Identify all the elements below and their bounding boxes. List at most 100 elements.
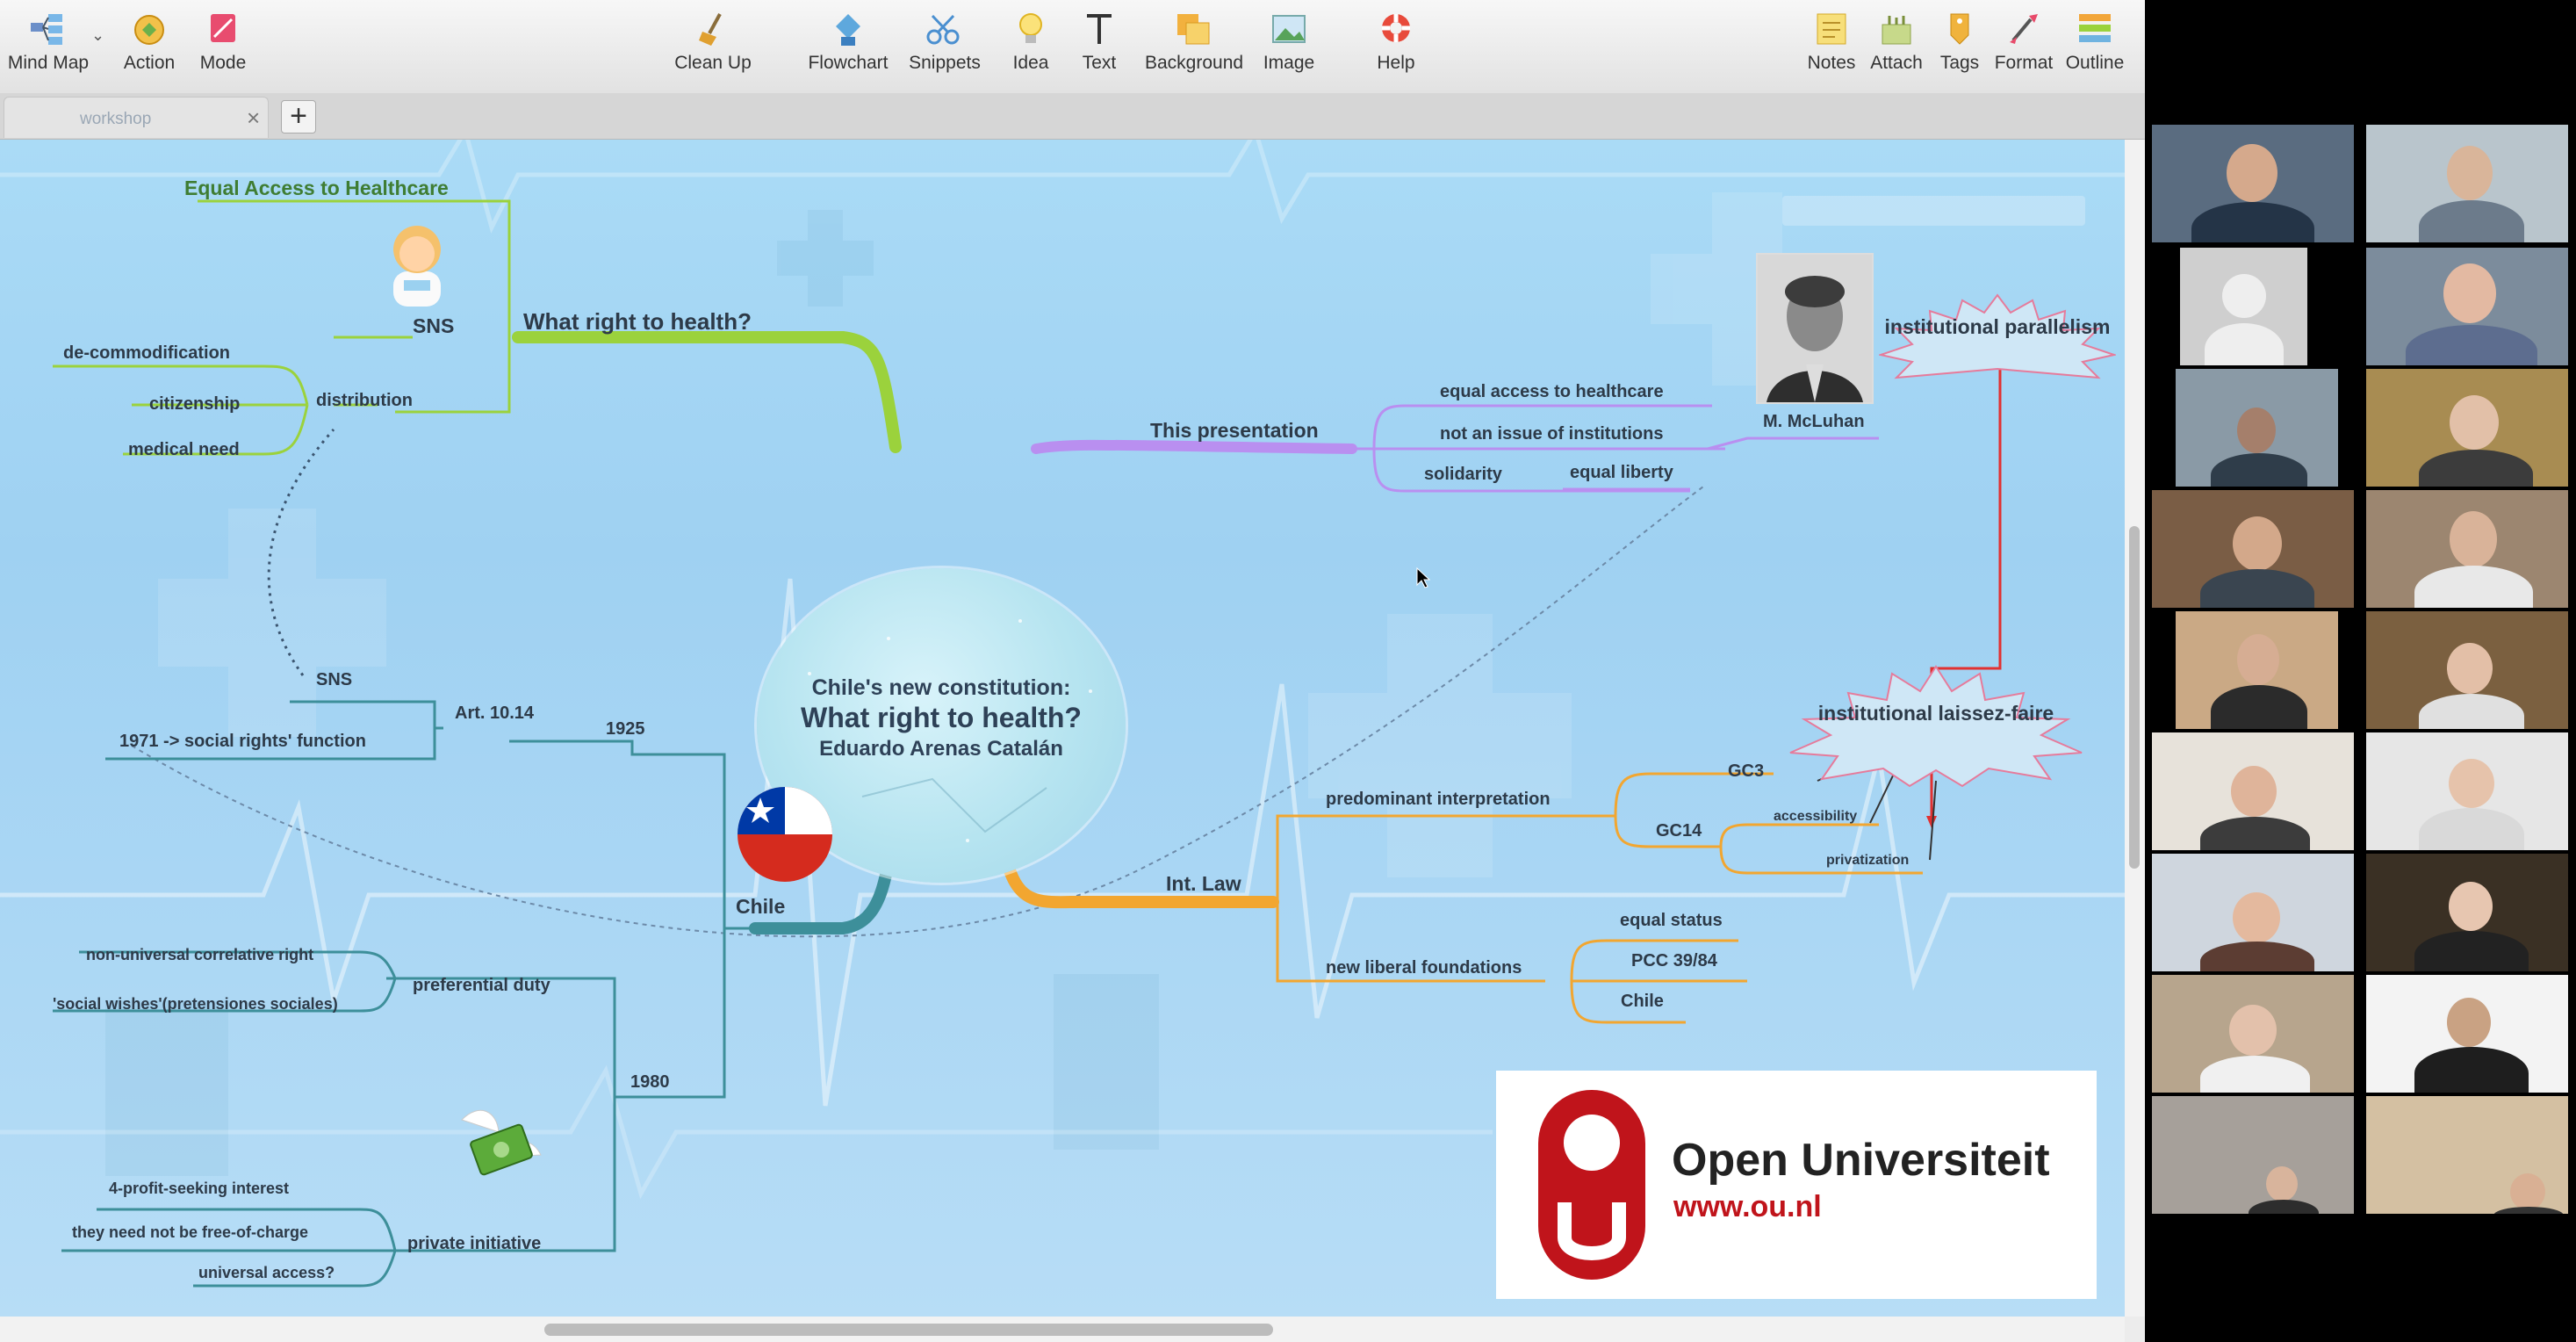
- mouse-cursor-icon: [1416, 566, 1431, 588]
- topic-institutional-parallelism[interactable]: institutional parallelism: [1879, 293, 2116, 381]
- topic-institutional-laissez-faire[interactable]: institutional laissez-faire: [1787, 665, 2085, 788]
- broom-icon: [694, 11, 732, 47]
- topic-equal-status[interactable]: equal status: [1620, 911, 1723, 931]
- topic-social-wishes[interactable]: 'social wishes'(pretensiones sociales): [53, 995, 338, 1014]
- mind-map-button[interactable]: Mind Map: [0, 11, 97, 74]
- topic-new-liberal-foundations[interactable]: new liberal foundations: [1326, 958, 1522, 978]
- scissors-icon: [925, 11, 964, 47]
- topic-pcc-39-84[interactable]: PCC 39/84: [1631, 951, 1717, 971]
- topic-chile[interactable]: Chile: [736, 895, 785, 919]
- topic-non-universal-correlative-right[interactable]: non-universal correlative right: [86, 946, 313, 964]
- tab-label: workshop: [80, 110, 152, 128]
- participant-video-tile[interactable]: [2152, 975, 2354, 1093]
- topic-private-initiative[interactable]: private initiative: [407, 1234, 541, 1254]
- chile-flag-icon: [736, 785, 834, 884]
- topic-what-right-to-health[interactable]: What right to health?: [523, 308, 752, 336]
- participant-video-tile[interactable]: [2366, 490, 2568, 608]
- outline-icon: [2076, 11, 2114, 47]
- add-tab-button[interactable]: +: [281, 100, 316, 133]
- topic-gc3[interactable]: GC3: [1728, 761, 1764, 782]
- topic-preferential-duty[interactable]: preferential duty: [413, 976, 550, 996]
- clean-up-button[interactable]: Clean Up: [665, 11, 761, 74]
- participant-video-tile[interactable]: [2152, 732, 2354, 850]
- participant-video-tile[interactable]: [2366, 1096, 2568, 1214]
- notes-icon: [1812, 11, 1851, 47]
- topic-equal-liberty[interactable]: equal liberty: [1570, 463, 1673, 483]
- topic-universal-access[interactable]: universal access?: [198, 1264, 335, 1282]
- vertical-scroll-thumb[interactable]: [2129, 526, 2140, 869]
- ou-logo-icon: [1538, 1090, 1645, 1280]
- mode-button[interactable]: Mode: [175, 11, 271, 74]
- topic-equal-access-to-healthcare[interactable]: Equal Access to Healthcare: [184, 177, 449, 200]
- participant-video-tile[interactable]: [2176, 369, 2338, 487]
- close-icon[interactable]: ×: [247, 105, 260, 132]
- background-button[interactable]: Background: [1145, 11, 1243, 74]
- topic-distribution[interactable]: distribution: [316, 391, 413, 411]
- topic-equal-access[interactable]: equal access to healthcare: [1440, 382, 1664, 402]
- topic-medical-need[interactable]: medical need: [128, 440, 240, 460]
- participant-video-tile[interactable]: [2152, 1096, 2354, 1214]
- background-icon: [1174, 11, 1212, 47]
- topic-1925[interactable]: 1925: [606, 719, 645, 740]
- topic-sns[interactable]: SNS: [413, 314, 454, 338]
- help-button[interactable]: Help: [1348, 11, 1444, 74]
- topic-free-of-charge[interactable]: they need not be free-of-charge: [72, 1223, 308, 1242]
- text-icon: [1080, 11, 1119, 47]
- parallelism-label: institutional parallelism: [1884, 315, 2111, 338]
- topic-chile-int-law[interactable]: Chile: [1621, 992, 1664, 1012]
- format-icon: [2004, 11, 2043, 47]
- participant-video-tile[interactable]: [2176, 611, 2338, 729]
- outline-button[interactable]: Outline: [2047, 11, 2143, 74]
- mind-map-canvas[interactable]: Chile's new constitution: What right to …: [0, 140, 2125, 1317]
- image-button[interactable]: Image: [1241, 11, 1337, 74]
- horizontal-scrollbar[interactable]: [0, 1317, 2125, 1342]
- participant-video-tile[interactable]: [2366, 854, 2568, 971]
- topic-predominant-interpretation[interactable]: predominant interpretation: [1326, 790, 1551, 810]
- topic-this-presentation[interactable]: This presentation: [1150, 419, 1319, 443]
- snippets-button[interactable]: Snippets: [896, 11, 993, 74]
- mcluhan-portrait: [1756, 253, 1874, 404]
- tab-bar: workshop × +: [0, 93, 2145, 140]
- vertical-scrollbar[interactable]: [2125, 140, 2145, 1317]
- lifebuoy-icon: [1377, 11, 1415, 47]
- logo-name: Open Universiteit: [1672, 1135, 2050, 1186]
- flowchart-button[interactable]: Flowchart: [800, 11, 896, 74]
- flowchart-icon: [829, 11, 867, 47]
- topic-solidarity[interactable]: solidarity: [1424, 465, 1502, 485]
- doctor-icon: [378, 210, 457, 307]
- attach-icon: [1877, 11, 1916, 47]
- participant-video-tile[interactable]: [2366, 611, 2568, 729]
- topic-sns-chile[interactable]: SNS: [316, 670, 352, 690]
- image-icon: [1270, 11, 1308, 47]
- action-icon: [130, 11, 169, 47]
- topic-gc14[interactable]: GC14: [1656, 821, 1702, 841]
- flying-money-icon: [453, 1102, 550, 1190]
- topic-privatization[interactable]: privatization: [1826, 853, 1909, 869]
- participant-video-tile[interactable]: [2366, 732, 2568, 850]
- topic-accessibility[interactable]: accessibility: [1774, 809, 1857, 825]
- participant-video-tile[interactable]: [2366, 369, 2568, 487]
- topic-de-commodification[interactable]: de-commodification: [63, 343, 230, 364]
- topic-not-an-issue-of-institutions[interactable]: not an issue of institutions: [1440, 424, 1663, 444]
- laissez-faire-label: institutional laissez-faire: [1817, 702, 2054, 725]
- participant-video-tile[interactable]: [2366, 248, 2568, 365]
- topic-art-10-14[interactable]: Art. 10.14: [455, 703, 534, 724]
- tab-workshop[interactable]: workshop ×: [4, 97, 269, 138]
- topic-1980[interactable]: 1980: [630, 1072, 670, 1093]
- open-universiteit-logo: Open Universiteit www.ou.nl: [1496, 1071, 2097, 1299]
- participant-video-tile[interactable]: [2366, 125, 2568, 242]
- horizontal-scroll-thumb[interactable]: [544, 1324, 1273, 1336]
- participant-video-tile[interactable]: [2152, 125, 2354, 242]
- participant-video-tile[interactable]: [2152, 854, 2354, 971]
- lightbulb-icon: [1011, 11, 1050, 47]
- participant-video-tile[interactable]: [2152, 490, 2354, 608]
- topic-citizenship[interactable]: citizenship: [149, 394, 240, 415]
- participant-video-tile[interactable]: [2180, 248, 2307, 365]
- participant-video-tile[interactable]: [2366, 975, 2568, 1093]
- topic-int-law[interactable]: Int. Law: [1166, 872, 1241, 896]
- text-button[interactable]: Text: [1051, 11, 1148, 74]
- mind-map-app-window: Mind Map ⌄ Action Mode Clean Up Flowchar…: [0, 0, 2145, 1342]
- topic-social-rights-function[interactable]: 1971 -> social rights' function: [119, 732, 366, 752]
- topic-m-mcluhan[interactable]: M. McLuhan: [1763, 412, 1865, 432]
- topic-profit-seeking-interest[interactable]: 4-profit-seeking interest: [109, 1180, 289, 1198]
